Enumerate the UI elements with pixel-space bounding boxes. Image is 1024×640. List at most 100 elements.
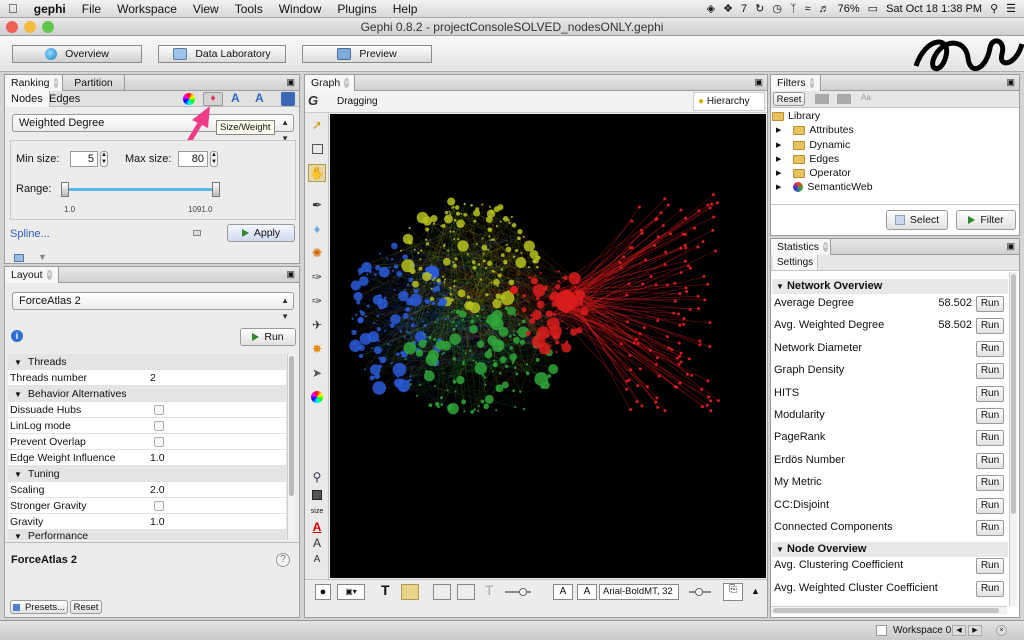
graph-node[interactable] <box>369 375 375 381</box>
graph-node[interactable] <box>505 246 512 253</box>
graph-node[interactable] <box>511 361 515 365</box>
volume-icon[interactable]: ♬ <box>819 3 830 15</box>
graph-node[interactable] <box>423 370 435 382</box>
layout-scrollbar[interactable] <box>287 354 295 540</box>
graph-node[interactable] <box>627 282 631 286</box>
graph-node[interactable] <box>389 266 392 269</box>
graph-node[interactable] <box>527 266 531 269</box>
property-row[interactable]: Dissuade Hubs <box>8 402 286 418</box>
graph-node[interactable] <box>622 255 626 259</box>
graph-node[interactable] <box>457 289 466 298</box>
screenshot-bulb-icon[interactable]: ● <box>315 584 331 600</box>
graph-node[interactable] <box>375 264 381 271</box>
graph-node[interactable] <box>640 231 644 235</box>
graph-node[interactable] <box>509 353 517 361</box>
graph-node[interactable] <box>429 336 432 339</box>
graph-node[interactable] <box>700 388 704 392</box>
tab-partition[interactable]: Partition <box>63 75 125 91</box>
notification-center-icon[interactable]: ☰ <box>1006 2 1016 15</box>
graph-node[interactable] <box>425 238 428 241</box>
graph-node[interactable] <box>447 315 450 318</box>
graph-node[interactable] <box>521 307 527 313</box>
graph-node[interactable] <box>433 338 436 341</box>
stat-run-button[interactable]: Run <box>976 430 1004 447</box>
graph-node[interactable] <box>448 210 451 213</box>
edge-pencil-icon[interactable]: ✑ <box>308 292 326 310</box>
close-icon[interactable]: × <box>46 270 52 280</box>
property-category[interactable]: ▼ Threads <box>8 354 286 370</box>
graph-node[interactable] <box>393 289 396 292</box>
graph-node[interactable] <box>376 314 379 318</box>
edge-color-icon[interactable] <box>457 584 475 600</box>
graph-node[interactable] <box>522 235 525 238</box>
graph-node[interactable] <box>654 363 658 367</box>
graph-node[interactable] <box>706 282 710 286</box>
graph-node[interactable] <box>484 383 487 387</box>
lock-icon[interactable]: ▲ <box>751 586 760 596</box>
graph-node[interactable] <box>525 371 530 376</box>
graph-node[interactable] <box>387 343 390 346</box>
graph-node[interactable] <box>535 255 541 261</box>
graph-node[interactable] <box>500 253 505 258</box>
app-menu[interactable]: gephi <box>26 2 74 16</box>
hierarchy-button[interactable]: ● Hierarchy <box>693 92 765 111</box>
graph-node[interactable] <box>379 252 382 255</box>
graph-node[interactable] <box>684 286 688 290</box>
filter-text-icon[interactable]: Aa <box>861 93 871 102</box>
graph-node[interactable] <box>512 389 516 393</box>
graph-node[interactable] <box>678 381 682 385</box>
graph-node[interactable] <box>408 277 414 283</box>
graph-node[interactable] <box>403 341 417 355</box>
graph-node[interactable] <box>539 271 542 274</box>
close-window-button[interactable] <box>6 21 18 33</box>
min-size-input[interactable]: 5 <box>70 151 98 167</box>
graph-node[interactable] <box>625 293 629 297</box>
graph-node[interactable] <box>473 408 476 411</box>
graph-node[interactable] <box>640 404 644 408</box>
graph-node[interactable] <box>460 212 463 215</box>
graph-node[interactable] <box>412 280 419 288</box>
graph-node[interactable] <box>519 339 526 345</box>
graph-node[interactable] <box>449 286 452 289</box>
status-number[interactable]: 7 <box>741 3 747 15</box>
graph-node[interactable] <box>423 333 426 336</box>
minimize-panel-icon[interactable]: ▣ <box>1006 77 1015 88</box>
property-category[interactable]: ▼ Performance <box>8 530 286 540</box>
graph-node[interactable] <box>469 325 478 334</box>
graph-node[interactable] <box>663 409 667 413</box>
graph-node[interactable] <box>357 267 364 274</box>
graph-node[interactable] <box>553 312 557 317</box>
graph-node[interactable] <box>679 351 683 355</box>
graph-node[interactable] <box>446 215 449 218</box>
graph-node[interactable] <box>672 311 676 315</box>
graph-hub-node[interactable] <box>439 298 447 306</box>
graph-node[interactable] <box>630 246 634 250</box>
property-row[interactable]: LinLog mode <box>8 418 286 434</box>
graph-node[interactable] <box>403 288 406 291</box>
graph-node[interactable] <box>652 243 656 247</box>
graph-node[interactable] <box>444 214 453 224</box>
graph-node[interactable] <box>378 266 390 278</box>
graph-node[interactable] <box>405 306 410 312</box>
graph-node[interactable] <box>371 347 374 350</box>
graph-node[interactable] <box>708 206 712 210</box>
ranking-result-icon[interactable] <box>14 254 24 262</box>
zoom-fit-icon[interactable]: ⚲ <box>308 468 326 486</box>
clipboard-icon[interactable]: ⎘ <box>723 583 743 601</box>
graph-node[interactable] <box>525 330 531 336</box>
graph-node[interactable] <box>716 201 720 205</box>
graph-node[interactable] <box>440 403 444 407</box>
statistics-vscrollbar[interactable] <box>1009 272 1017 606</box>
graph-node[interactable] <box>683 259 687 263</box>
graph-node[interactable] <box>497 204 504 211</box>
graph-node[interactable] <box>409 268 416 275</box>
graph-node[interactable] <box>532 310 542 320</box>
graph-node[interactable] <box>450 298 454 302</box>
graph-node[interactable] <box>475 243 478 246</box>
graph-node[interactable] <box>490 238 493 241</box>
graph-canvas[interactable] <box>330 114 766 578</box>
graph-node[interactable] <box>432 222 436 226</box>
property-checkbox[interactable] <box>154 421 164 431</box>
graph-node[interactable] <box>709 409 713 413</box>
graph-node[interactable] <box>483 403 489 410</box>
